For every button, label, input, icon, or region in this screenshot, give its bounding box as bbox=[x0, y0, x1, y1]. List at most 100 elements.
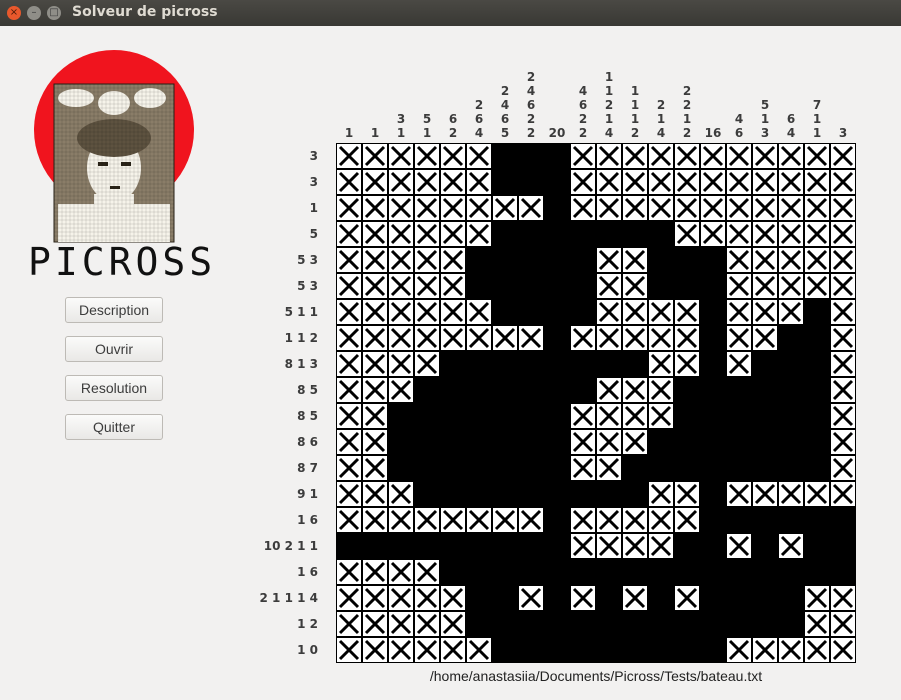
cross-cell[interactable] bbox=[831, 638, 855, 662]
cross-cell[interactable] bbox=[467, 170, 491, 194]
filled-cell[interactable] bbox=[492, 403, 518, 429]
cross-cell[interactable] bbox=[337, 508, 361, 532]
filled-cell[interactable] bbox=[492, 221, 518, 247]
filled-cell[interactable] bbox=[544, 481, 570, 507]
cross-cell[interactable] bbox=[779, 248, 803, 272]
filled-cell[interactable] bbox=[492, 273, 518, 299]
cross-cell[interactable] bbox=[805, 144, 829, 168]
cross-cell[interactable] bbox=[389, 352, 413, 376]
cross-cell[interactable] bbox=[467, 508, 491, 532]
cross-cell[interactable] bbox=[389, 222, 413, 246]
minimize-icon[interactable]: – bbox=[27, 6, 41, 20]
cross-cell[interactable] bbox=[415, 222, 439, 246]
filled-cell[interactable] bbox=[518, 247, 544, 273]
filled-cell[interactable] bbox=[492, 377, 518, 403]
filled-cell[interactable] bbox=[544, 611, 570, 637]
cross-cell[interactable] bbox=[623, 586, 647, 610]
cross-cell[interactable] bbox=[571, 144, 595, 168]
filled-cell[interactable] bbox=[726, 611, 752, 637]
cross-cell[interactable] bbox=[441, 170, 465, 194]
cross-cell[interactable] bbox=[467, 144, 491, 168]
filled-cell[interactable] bbox=[414, 377, 440, 403]
filled-cell[interactable] bbox=[726, 377, 752, 403]
open-button[interactable]: Ouvrir bbox=[65, 336, 163, 362]
filled-cell[interactable] bbox=[700, 299, 726, 325]
cross-cell[interactable] bbox=[727, 638, 751, 662]
filled-cell[interactable] bbox=[804, 559, 830, 585]
filled-cell[interactable] bbox=[778, 377, 804, 403]
filled-cell[interactable] bbox=[440, 429, 466, 455]
filled-cell[interactable] bbox=[544, 455, 570, 481]
filled-cell[interactable] bbox=[466, 481, 492, 507]
filled-cell[interactable] bbox=[804, 325, 830, 351]
filled-cell[interactable] bbox=[518, 143, 544, 169]
filled-cell[interactable] bbox=[726, 507, 752, 533]
cross-cell[interactable] bbox=[727, 326, 751, 350]
cross-cell[interactable] bbox=[363, 352, 387, 376]
cross-cell[interactable] bbox=[623, 404, 647, 428]
cross-cell[interactable] bbox=[441, 222, 465, 246]
cross-cell[interactable] bbox=[675, 352, 699, 376]
filled-cell[interactable] bbox=[622, 611, 648, 637]
cross-cell[interactable] bbox=[753, 274, 777, 298]
filled-cell[interactable] bbox=[700, 377, 726, 403]
cross-cell[interactable] bbox=[467, 638, 491, 662]
filled-cell[interactable] bbox=[544, 299, 570, 325]
cross-cell[interactable] bbox=[597, 300, 621, 324]
cross-cell[interactable] bbox=[623, 326, 647, 350]
cross-cell[interactable] bbox=[675, 326, 699, 350]
cross-cell[interactable] bbox=[337, 638, 361, 662]
cross-cell[interactable] bbox=[675, 144, 699, 168]
cross-cell[interactable] bbox=[389, 482, 413, 506]
cross-cell[interactable] bbox=[441, 638, 465, 662]
cross-cell[interactable] bbox=[727, 534, 751, 558]
cross-cell[interactable] bbox=[831, 170, 855, 194]
quit-button[interactable]: Quitter bbox=[65, 414, 163, 440]
cross-cell[interactable] bbox=[597, 508, 621, 532]
filled-cell[interactable] bbox=[778, 455, 804, 481]
filled-cell[interactable] bbox=[466, 533, 492, 559]
filled-cell[interactable] bbox=[596, 481, 622, 507]
filled-cell[interactable] bbox=[674, 429, 700, 455]
cross-cell[interactable] bbox=[415, 300, 439, 324]
filled-cell[interactable] bbox=[804, 377, 830, 403]
cross-cell[interactable] bbox=[571, 430, 595, 454]
filled-cell[interactable] bbox=[492, 481, 518, 507]
cross-cell[interactable] bbox=[753, 196, 777, 220]
filled-cell[interactable] bbox=[414, 481, 440, 507]
cross-cell[interactable] bbox=[831, 378, 855, 402]
cross-cell[interactable] bbox=[441, 612, 465, 636]
filled-cell[interactable] bbox=[440, 351, 466, 377]
cross-cell[interactable] bbox=[649, 144, 673, 168]
filled-cell[interactable] bbox=[544, 273, 570, 299]
filled-cell[interactable] bbox=[466, 247, 492, 273]
filled-cell[interactable] bbox=[674, 611, 700, 637]
cross-cell[interactable] bbox=[337, 482, 361, 506]
filled-cell[interactable] bbox=[492, 351, 518, 377]
cross-cell[interactable] bbox=[831, 248, 855, 272]
cross-cell[interactable] bbox=[337, 378, 361, 402]
cross-cell[interactable] bbox=[467, 300, 491, 324]
cross-cell[interactable] bbox=[389, 274, 413, 298]
cross-cell[interactable] bbox=[389, 508, 413, 532]
cross-cell[interactable] bbox=[467, 326, 491, 350]
cross-cell[interactable] bbox=[779, 482, 803, 506]
filled-cell[interactable] bbox=[466, 611, 492, 637]
cross-cell[interactable] bbox=[649, 352, 673, 376]
cross-cell[interactable] bbox=[701, 144, 725, 168]
cross-cell[interactable] bbox=[831, 404, 855, 428]
filled-cell[interactable] bbox=[726, 429, 752, 455]
filled-cell[interactable] bbox=[362, 533, 388, 559]
cross-cell[interactable] bbox=[467, 222, 491, 246]
cross-cell[interactable] bbox=[389, 326, 413, 350]
cross-cell[interactable] bbox=[779, 638, 803, 662]
cross-cell[interactable] bbox=[831, 612, 855, 636]
filled-cell[interactable] bbox=[518, 429, 544, 455]
filled-cell[interactable] bbox=[648, 273, 674, 299]
cross-cell[interactable] bbox=[805, 248, 829, 272]
filled-cell[interactable] bbox=[544, 143, 570, 169]
filled-cell[interactable] bbox=[570, 299, 596, 325]
cross-cell[interactable] bbox=[727, 222, 751, 246]
filled-cell[interactable] bbox=[518, 559, 544, 585]
cross-cell[interactable] bbox=[727, 274, 751, 298]
